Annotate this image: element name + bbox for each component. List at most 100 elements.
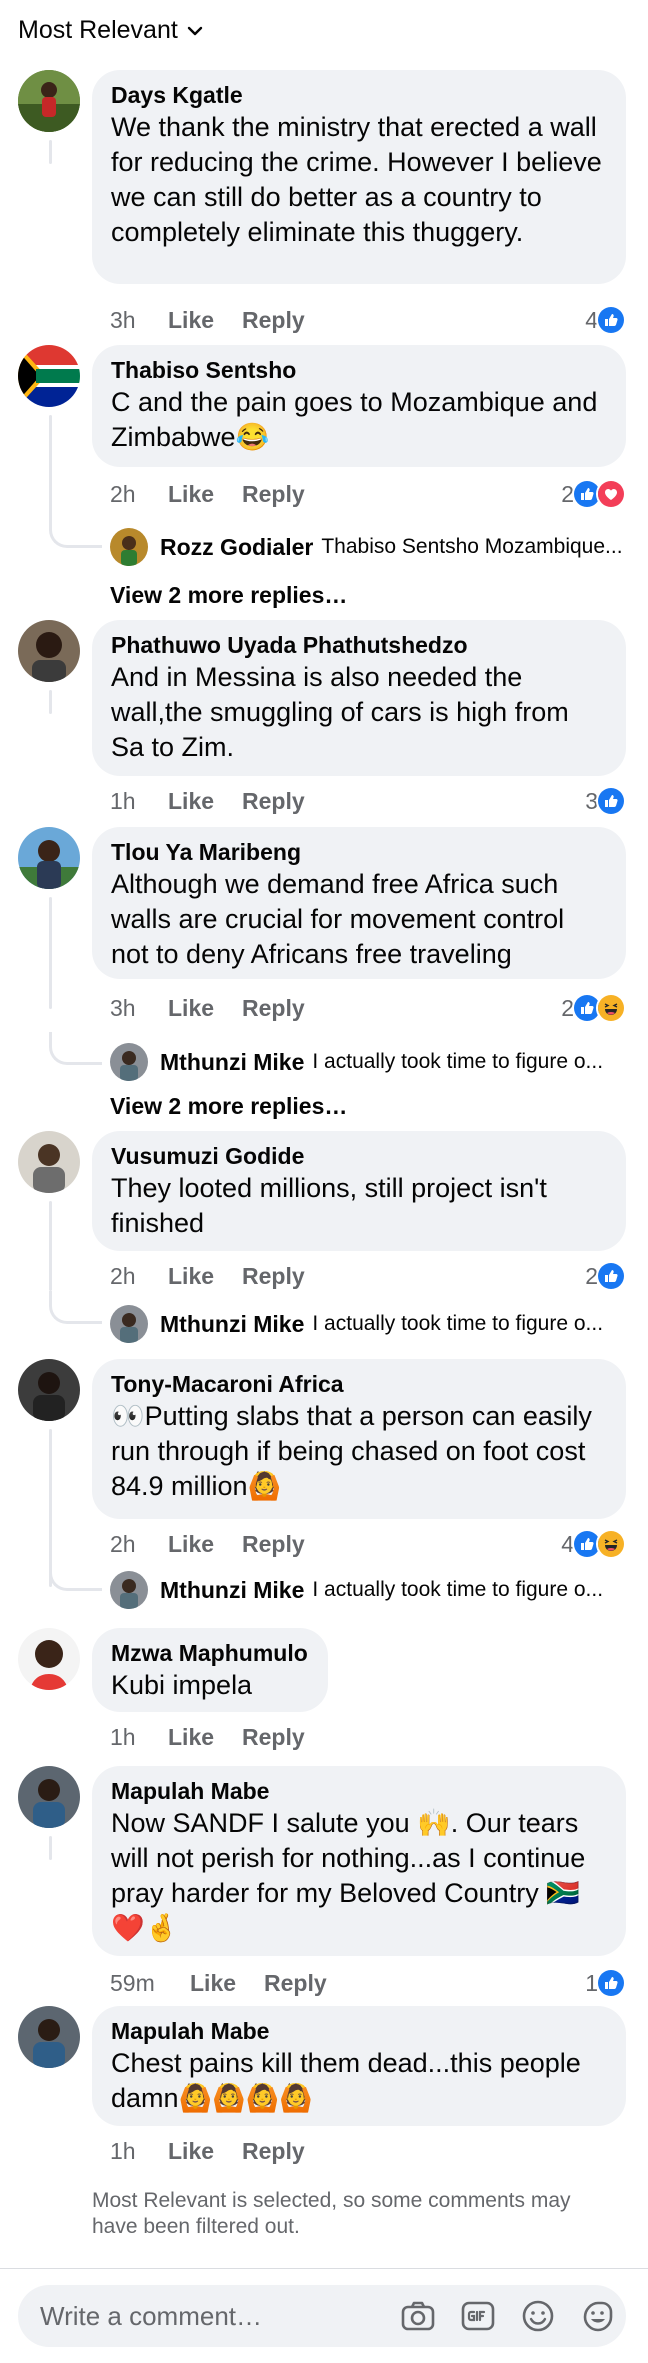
thread-connector	[49, 415, 52, 525]
gif-icon[interactable]	[459, 2296, 497, 2336]
comment-author[interactable]: Vusumuzi Godide	[111, 1141, 606, 1171]
reply-preview[interactable]: Mthunzi Mike I actually took time to fig…	[110, 1571, 626, 1609]
comment-text: Although we demand free Africa such wall…	[111, 869, 565, 969]
comment-bubble[interactable]: Days Kgatle We thank the ministry that e…	[92, 70, 626, 284]
reply-preview[interactable]: Rozz Godialer Thabiso Sentsho Mozambique…	[110, 528, 626, 566]
reply-button[interactable]: Reply	[264, 1970, 327, 1997]
comment-time[interactable]: 3h	[110, 995, 168, 1022]
comment-text: Chest pains kill them dead...this people…	[111, 2048, 581, 2113]
camera-icon[interactable]	[399, 2296, 437, 2336]
reply-avatar	[110, 1571, 148, 1609]
comment-author[interactable]: Days Kgatle	[111, 80, 606, 110]
reply-button[interactable]: Reply	[242, 1531, 305, 1558]
comment-author[interactable]: Mapulah Mabe	[111, 1776, 606, 1806]
avatar[interactable]	[18, 1131, 80, 1193]
comment-bubble[interactable]: Thabiso Sentsho C and the pain goes to M…	[92, 345, 626, 467]
comment-bubble[interactable]: Tony-Macaroni Africa 👀Putting slabs that…	[92, 1359, 626, 1519]
reaction-summary[interactable]: 2	[561, 479, 626, 509]
comment-bubble[interactable]: Tlou Ya Maribeng Although we demand free…	[92, 827, 626, 979]
comment-text: 👀Putting slabs that a person can easily …	[111, 1401, 592, 1501]
avatar[interactable]	[18, 1766, 80, 1828]
reply-button[interactable]: Reply	[242, 481, 305, 508]
reply-connector	[49, 1558, 102, 1591]
reply-avatar	[110, 1305, 148, 1343]
comment-author[interactable]: Thabiso Sentsho	[111, 355, 606, 385]
thread-connector	[49, 1201, 52, 1291]
like-button[interactable]: Like	[168, 1263, 242, 1290]
sort-dropdown[interactable]: Most Relevant	[18, 16, 204, 45]
like-button[interactable]: Like	[168, 1531, 242, 1558]
avatar[interactable]	[18, 1359, 80, 1421]
comment-time[interactable]: 1h	[110, 1724, 168, 1751]
comment-actions: 59m Like Reply	[110, 1970, 327, 1997]
comment-input[interactable]	[38, 2299, 377, 2333]
comment-bubble[interactable]: Phathuwo Uyada Phathutshedzo And in Mess…	[92, 620, 626, 776]
reply-avatar	[110, 528, 148, 566]
comment-bubble[interactable]: Mzwa Maphumulo Kubi impela	[92, 1628, 328, 1712]
reaction-summary[interactable]: 3	[585, 786, 626, 816]
thread-connector	[49, 897, 52, 1009]
comment-text: Kubi impela	[111, 1670, 253, 1700]
comment-composer	[18, 2285, 626, 2347]
comment-author[interactable]: Tlou Ya Maribeng	[111, 837, 606, 867]
avatar[interactable]	[18, 2006, 80, 2068]
sort-label: Most Relevant	[18, 16, 178, 44]
like-button[interactable]: Like	[168, 2138, 242, 2165]
emoji-icon[interactable]	[519, 2296, 557, 2336]
comment-time[interactable]: 1h	[110, 2138, 168, 2165]
comment-author[interactable]: Tony-Macaroni Africa	[111, 1369, 606, 1399]
reply-text: I actually took time to figure o...	[312, 1050, 604, 1073]
reply-button[interactable]: Reply	[242, 1724, 305, 1751]
comment-time[interactable]: 3h	[110, 307, 168, 334]
comment-bubble[interactable]: Mapulah Mabe Chest pains kill them dead.…	[92, 2006, 626, 2126]
reaction-summary[interactable]: 2	[561, 993, 626, 1023]
comment-bubble[interactable]: Vusumuzi Godide They looted millions, st…	[92, 1131, 626, 1251]
like-button[interactable]: Like	[168, 481, 242, 508]
sticker-icon[interactable]	[579, 2296, 617, 2336]
like-button[interactable]: Like	[168, 788, 242, 815]
comment-time[interactable]: 1h	[110, 788, 168, 815]
comment-author[interactable]: Mzwa Maphumulo	[111, 1638, 308, 1668]
reply-author: Mthunzi Mike	[160, 1048, 305, 1075]
comment-time[interactable]: 2h	[110, 1263, 168, 1290]
reply-button[interactable]: Reply	[242, 995, 305, 1022]
reaction-summary[interactable]: 4	[561, 1529, 626, 1559]
reply-preview[interactable]: Mthunzi Mike I actually took time to fig…	[110, 1305, 626, 1343]
reply-button[interactable]: Reply	[242, 307, 305, 334]
comment-text: They looted millions, still project isn'…	[111, 1173, 547, 1238]
reply-button[interactable]: Reply	[242, 788, 305, 815]
thread-connector	[49, 1836, 52, 1860]
reaction-summary[interactable]: 1	[585, 1968, 626, 1998]
avatar[interactable]	[18, 345, 80, 407]
comment-author[interactable]: Mapulah Mabe	[111, 2016, 606, 2046]
avatar[interactable]	[18, 1628, 80, 1690]
filter-notice: Most Relevant is selected, so some comme…	[92, 2189, 571, 2238]
reply-button[interactable]: Reply	[242, 2138, 305, 2165]
avatar[interactable]	[18, 70, 80, 132]
like-button[interactable]: Like	[190, 1970, 264, 1997]
like-button[interactable]: Like	[168, 995, 242, 1022]
avatar[interactable]	[18, 827, 80, 889]
like-button[interactable]: Like	[168, 307, 242, 334]
comment-actions: 2h Like Reply	[110, 481, 305, 508]
haha-reaction-icon	[596, 1529, 626, 1559]
reply-preview[interactable]: Mthunzi Mike I actually took time to fig…	[110, 1043, 626, 1081]
reaction-summary[interactable]: 2	[585, 1261, 626, 1291]
comment-actions: 1h Like Reply	[110, 1724, 305, 1751]
comment-time[interactable]: 59m	[110, 1970, 190, 1997]
chevron-down-icon	[187, 26, 202, 35]
comment-time[interactable]: 2h	[110, 1531, 168, 1558]
view-more-replies-link[interactable]: View 2 more replies…	[110, 1093, 347, 1120]
avatar[interactable]	[18, 620, 80, 682]
comment-time[interactable]: 2h	[110, 481, 168, 508]
comment-bubble[interactable]: Mapulah Mabe Now SANDF I salute you 🙌. O…	[92, 1766, 626, 1956]
view-more-replies-link[interactable]: View 2 more replies…	[110, 582, 347, 609]
comment-text: And in Messina is also needed the wall,t…	[111, 662, 569, 762]
like-reaction-icon	[596, 1968, 626, 1998]
like-button[interactable]: Like	[168, 1724, 242, 1751]
reaction-summary[interactable]: 4	[585, 305, 626, 335]
reply-button[interactable]: Reply	[242, 1263, 305, 1290]
haha-reaction-icon	[596, 993, 626, 1023]
reply-author: Mthunzi Mike	[160, 1576, 305, 1603]
comment-author[interactable]: Phathuwo Uyada Phathutshedzo	[111, 630, 606, 660]
